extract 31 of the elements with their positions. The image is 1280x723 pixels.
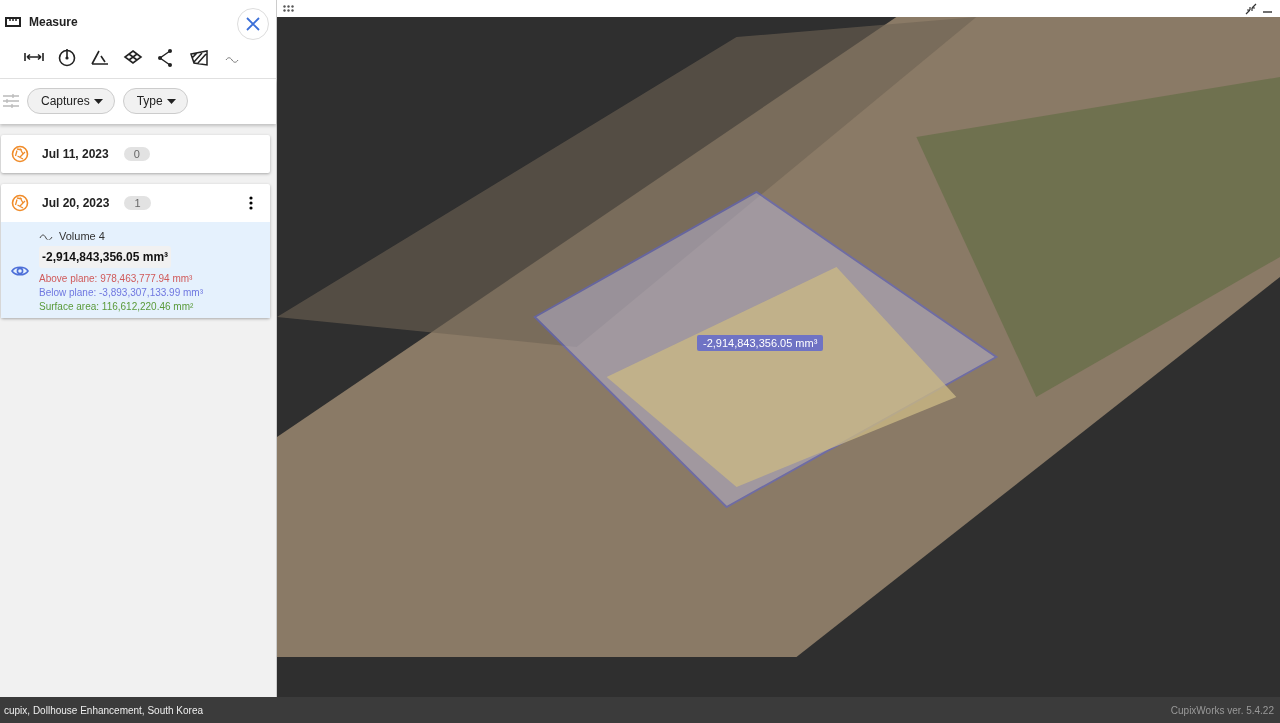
filter-dropdown[interactable]: Captures xyxy=(27,88,115,114)
above-plane-value: Above plane: 978,463,777.94 mm³ xyxy=(39,273,193,284)
more-icon[interactable] xyxy=(249,196,253,210)
panel-title: Measure xyxy=(29,15,79,29)
stopwatch-icon[interactable] xyxy=(56,48,78,68)
filter-dropdown[interactable]: Type xyxy=(122,88,188,114)
ruler-icon xyxy=(5,17,21,27)
count-badge: 1 xyxy=(124,196,151,210)
capture-date: Jul 11, 2023 xyxy=(42,147,109,161)
angle-icon[interactable] xyxy=(89,48,111,68)
close-button[interactable] xyxy=(237,8,269,40)
volume-value-label: -2,914,843,356.05 mm³ xyxy=(697,335,824,351)
collapse-icon[interactable] xyxy=(1245,2,1257,15)
count-badge: 0 xyxy=(123,147,150,161)
point-cloud-view[interactable]: -2,914,843,356.05 mm³ xyxy=(277,17,1280,697)
below-plane-value: Below plane: -3,893,307,133.99 mm³ xyxy=(39,287,203,298)
measurement-name: Volume 4 xyxy=(59,230,105,242)
aperture-icon xyxy=(11,145,29,163)
capture-date: Jul 20, 2023 xyxy=(42,196,110,210)
measurement-item[interactable]: Volume 4 -2,914,843,356.05 mm³ Above plane: 978,463,777.94 mm³ Below plane: -3,893,307,133.99 mm³ Surface area: 116,612,220.46 mm² xyxy=(1,222,270,318)
project-location: cupix, Dollhouse Enhancement, South Korea xyxy=(4,704,203,716)
caret-icon xyxy=(166,98,176,104)
caret-icon xyxy=(93,98,103,104)
aperture-icon xyxy=(11,194,29,212)
app-version: CupixWorks ver. 5.4.22 xyxy=(1170,704,1274,716)
surface-area-value: Surface area: 116,612,220.46 mm² xyxy=(39,301,194,312)
volume-value: -2,914,843,356.05 mm³ xyxy=(39,246,172,268)
close-icon xyxy=(246,17,260,31)
eye-icon[interactable] xyxy=(11,265,29,277)
grip-icon[interactable] xyxy=(283,5,294,12)
hatched-polygon-icon[interactable] xyxy=(188,48,210,68)
